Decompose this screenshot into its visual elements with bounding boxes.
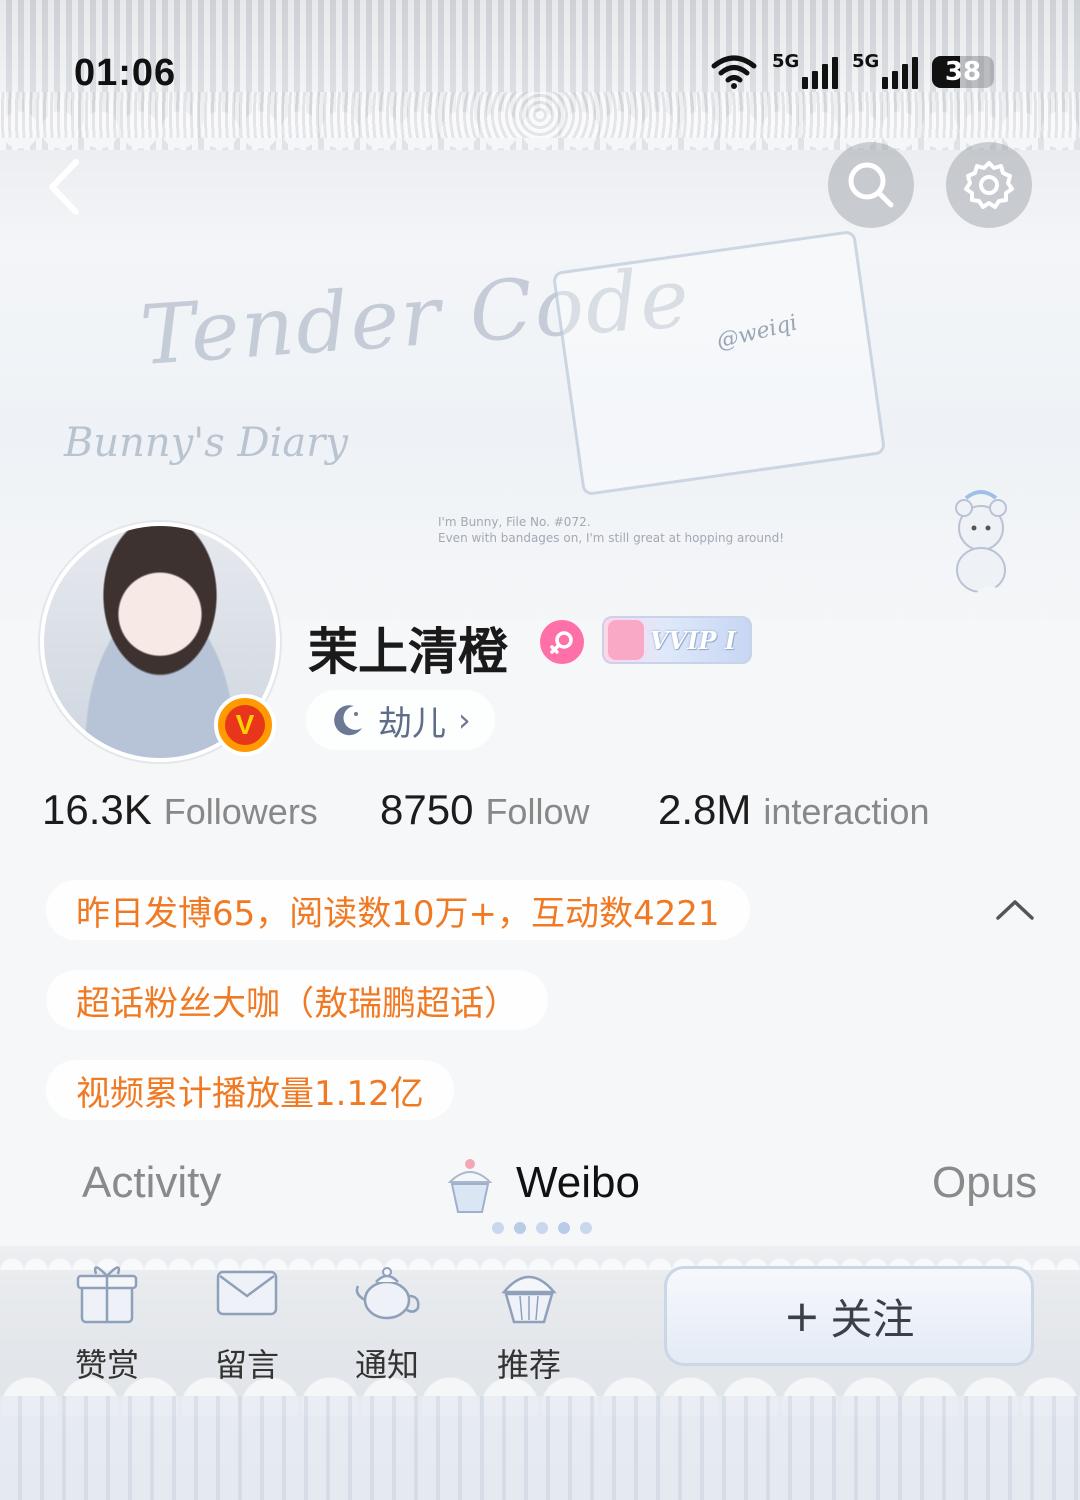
interaction-label: interaction [763, 791, 930, 832]
interaction-stat[interactable]: 2.8M interaction [658, 786, 929, 834]
profile-stats: 16.3K Followers 8750 Follow 2.8M interactio… [42, 786, 1042, 846]
chevron-right-icon: › [458, 701, 471, 739]
vip-badge[interactable]: VVIP I [602, 616, 752, 664]
following-stat[interactable]: 8750 Follow [380, 786, 589, 834]
message-label: 留言 [214, 1346, 279, 1384]
banner-file-text: I'm Bunny, File No. #072. Even with band… [438, 514, 784, 546]
vip-label: VVIP I [649, 625, 736, 655]
followers-label: Followers [163, 791, 318, 832]
status-time: 01:06 [74, 52, 177, 94]
verified-badge: V [214, 694, 276, 756]
battery-icon: 38 [932, 56, 994, 88]
recommend-label: 推荐 [496, 1346, 561, 1384]
banner-subtitle: Bunny's Diary [64, 420, 348, 466]
tab-active-indicator [492, 1222, 592, 1234]
reward-button[interactable]: 赞赏 [62, 1256, 152, 1386]
envelope-icon [216, 1270, 278, 1316]
following-label: Follow [485, 791, 590, 832]
signal-label: 5G [772, 51, 800, 72]
followers-stat[interactable]: 16.3K Followers [42, 786, 318, 834]
yesterday-stats-chip[interactable]: 昨日发博65，阅读数10万+，互动数4221 [46, 880, 750, 940]
battery-level: 38 [944, 57, 982, 87]
signal-label: 5G [852, 51, 880, 72]
video-plays-chip: 视频累计播放量1.12亿 [46, 1060, 454, 1120]
female-gender-icon [540, 620, 584, 664]
wifi-icon [711, 55, 757, 89]
chevron-up-icon [996, 900, 1034, 920]
moon-icon [334, 705, 362, 736]
collapse-button[interactable] [992, 890, 1038, 930]
bear-sticker-icon [955, 490, 1007, 593]
level-pill[interactable]: 劫儿 › [306, 690, 495, 750]
followers-count: 16.3K [42, 786, 152, 833]
tab-activity[interactable]: Activity [82, 1158, 221, 1208]
plus-icon: + [783, 1290, 821, 1342]
message-button[interactable]: 留言 [202, 1256, 292, 1386]
follow-button[interactable]: + 关注 [664, 1266, 1034, 1366]
vip-mascot-icon [608, 620, 644, 660]
back-arrow-icon [49, 159, 79, 215]
back-button[interactable] [38, 152, 98, 222]
following-count: 8750 [380, 786, 474, 833]
interaction-count: 2.8M [658, 786, 752, 833]
cell-signal-icon: 5G [772, 51, 838, 89]
banner-id-card [551, 229, 887, 497]
banner-file-line1: I'm Bunny, File No. #072. [438, 515, 591, 529]
search-icon [848, 162, 894, 208]
gear-icon [964, 161, 1014, 209]
cell-signal-icon: 5G [852, 51, 918, 89]
status-icons: 5G 5G 38 [710, 51, 994, 92]
recommend-button[interactable]: 推荐 [484, 1256, 574, 1386]
cupcake-icon [447, 1159, 493, 1213]
teapot-icon [355, 1267, 420, 1320]
level-label: 劫儿 [378, 703, 446, 744]
status-bar: 01:06 5G 5G 38 [0, 40, 1080, 110]
follow-label: 关注 [830, 1294, 915, 1344]
tab-weibo[interactable]: Weibo [516, 1158, 640, 1208]
notify-button[interactable]: 通知 [342, 1256, 432, 1386]
banner-file-line2: Even with bandages on, I'm still great a… [438, 531, 785, 545]
search-button[interactable] [828, 142, 914, 228]
profile-name: 茉上清橙 [308, 623, 508, 681]
gift-box-icon [76, 1266, 138, 1324]
settings-button[interactable] [946, 142, 1032, 228]
bottom-stripe-decoration [0, 1396, 1080, 1500]
super-topic-chip[interactable]: 超话粉丝大咖（敖瑞鹏超话） [46, 970, 548, 1030]
verified-v-icon: V [225, 705, 265, 745]
tab-opus[interactable]: Opus [932, 1158, 1037, 1208]
notify-label: 通知 [354, 1346, 419, 1384]
reward-label: 赞赏 [74, 1346, 139, 1384]
cupcake-icon [501, 1275, 557, 1324]
